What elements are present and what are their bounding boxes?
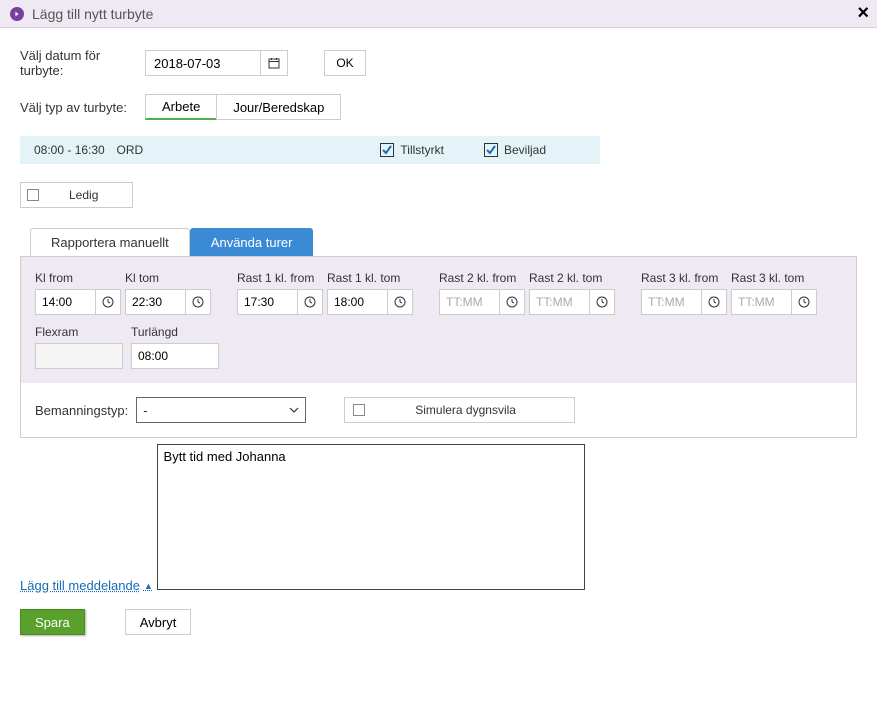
simulera-toggle[interactable]: Simulera dygnsvila — [344, 397, 575, 423]
rast1-from-label: Rast 1 kl. from — [237, 271, 323, 285]
caret-up-icon: ▲ — [144, 581, 153, 591]
kl-tom-label: Kl tom — [125, 271, 211, 285]
type-button-jour[interactable]: Jour/Beredskap — [216, 94, 341, 120]
tillstyrkt-check[interactable]: Tillstyrkt — [380, 143, 444, 157]
ok-button[interactable]: OK — [324, 50, 366, 76]
checkbox-empty-icon — [27, 189, 39, 201]
type-button-arbete[interactable]: Arbete — [145, 94, 216, 120]
type-label: Välj typ av turbyte: — [20, 100, 145, 115]
ledig-label: Ledig — [69, 188, 126, 202]
date-row: Välj datum för turbyte: OK — [20, 48, 857, 78]
clock-button[interactable] — [95, 289, 121, 315]
shift-type: ORD — [117, 143, 381, 157]
rast2-tom-label: Rast 2 kl. tom — [529, 271, 615, 285]
kl-from-input[interactable] — [35, 289, 95, 315]
beviljad-label: Beviljad — [504, 143, 546, 157]
flexram-label: Flexram — [35, 325, 123, 339]
rast3-tom-label: Rast 3 kl. tom — [731, 271, 817, 285]
rast2-from-input[interactable] — [439, 289, 499, 315]
dialog-title: Lägg till nytt turbyte — [32, 6, 153, 22]
date-label: Välj datum för turbyte: — [20, 48, 145, 78]
beviljad-check[interactable]: Beviljad — [484, 143, 546, 157]
bemanning-value: - — [143, 403, 147, 418]
clock-icon — [304, 296, 316, 308]
ledig-toggle[interactable]: Ledig — [20, 182, 133, 208]
rast2-from-label: Rast 2 kl. from — [439, 271, 525, 285]
rast3-from-input[interactable] — [641, 289, 701, 315]
arrow-circle-icon — [10, 7, 24, 21]
clock-icon — [798, 296, 810, 308]
dialog-header: Lägg till nytt turbyte × — [0, 0, 877, 28]
clock-button[interactable] — [701, 289, 727, 315]
rast1-from-input[interactable] — [237, 289, 297, 315]
rast2-tom-input[interactable] — [529, 289, 589, 315]
date-input[interactable] — [145, 50, 260, 76]
bemanning-label: Bemanningstyp: — [35, 403, 128, 418]
tab-rapportera[interactable]: Rapportera manuellt — [30, 228, 190, 256]
simulera-label: Simulera dygnsvila — [415, 403, 566, 417]
calendar-button[interactable] — [260, 50, 288, 76]
shift-summary-row: 08:00 - 16:30 ORD Tillstyrkt Beviljad — [20, 136, 600, 164]
kl-from-label: Kl from — [35, 271, 121, 285]
checkbox-empty-icon — [353, 404, 365, 416]
clock-icon — [102, 296, 114, 308]
kl-tom-input[interactable] — [125, 289, 185, 315]
clock-button[interactable] — [185, 289, 211, 315]
tillstyrkt-label: Tillstyrkt — [400, 143, 444, 157]
clock-icon — [192, 296, 204, 308]
time-panel: Kl from Kl tom Rast 1 kl. from — [20, 256, 857, 438]
rast1-tom-input[interactable] — [327, 289, 387, 315]
close-icon[interactable]: × — [857, 2, 869, 25]
turlangd-input[interactable] — [131, 343, 219, 369]
checkbox-checked-icon — [484, 143, 498, 157]
tabs: Rapportera manuellt Använda turer — [20, 228, 857, 256]
clock-icon — [394, 296, 406, 308]
turlangd-label: Turlängd — [131, 325, 219, 339]
rast1-tom-label: Rast 1 kl. tom — [327, 271, 413, 285]
clock-icon — [708, 296, 720, 308]
clock-button[interactable] — [589, 289, 615, 315]
shift-time: 08:00 - 16:30 — [34, 143, 117, 157]
tab-anvanda[interactable]: Använda turer — [190, 228, 314, 256]
rast3-from-label: Rast 3 kl. from — [641, 271, 727, 285]
message-textarea[interactable] — [157, 444, 585, 590]
clock-button[interactable] — [387, 289, 413, 315]
checkbox-checked-icon — [380, 143, 394, 157]
bemanning-select[interactable]: - — [136, 397, 306, 423]
clock-icon — [596, 296, 608, 308]
clock-button[interactable] — [791, 289, 817, 315]
clock-icon — [506, 296, 518, 308]
type-row: Välj typ av turbyte: Arbete Jour/Beredsk… — [20, 94, 857, 120]
add-message-toggle[interactable]: Lägg till meddelande ▲ — [20, 578, 153, 593]
clock-button[interactable] — [297, 289, 323, 315]
add-message-label: Lägg till meddelande — [20, 578, 140, 593]
calendar-icon — [268, 57, 280, 69]
save-button[interactable]: Spara — [20, 609, 85, 635]
rast3-tom-input[interactable] — [731, 289, 791, 315]
clock-button[interactable] — [499, 289, 525, 315]
cancel-button[interactable]: Avbryt — [125, 609, 192, 635]
chevron-down-icon — [289, 405, 299, 415]
flexram-input[interactable] — [35, 343, 123, 369]
